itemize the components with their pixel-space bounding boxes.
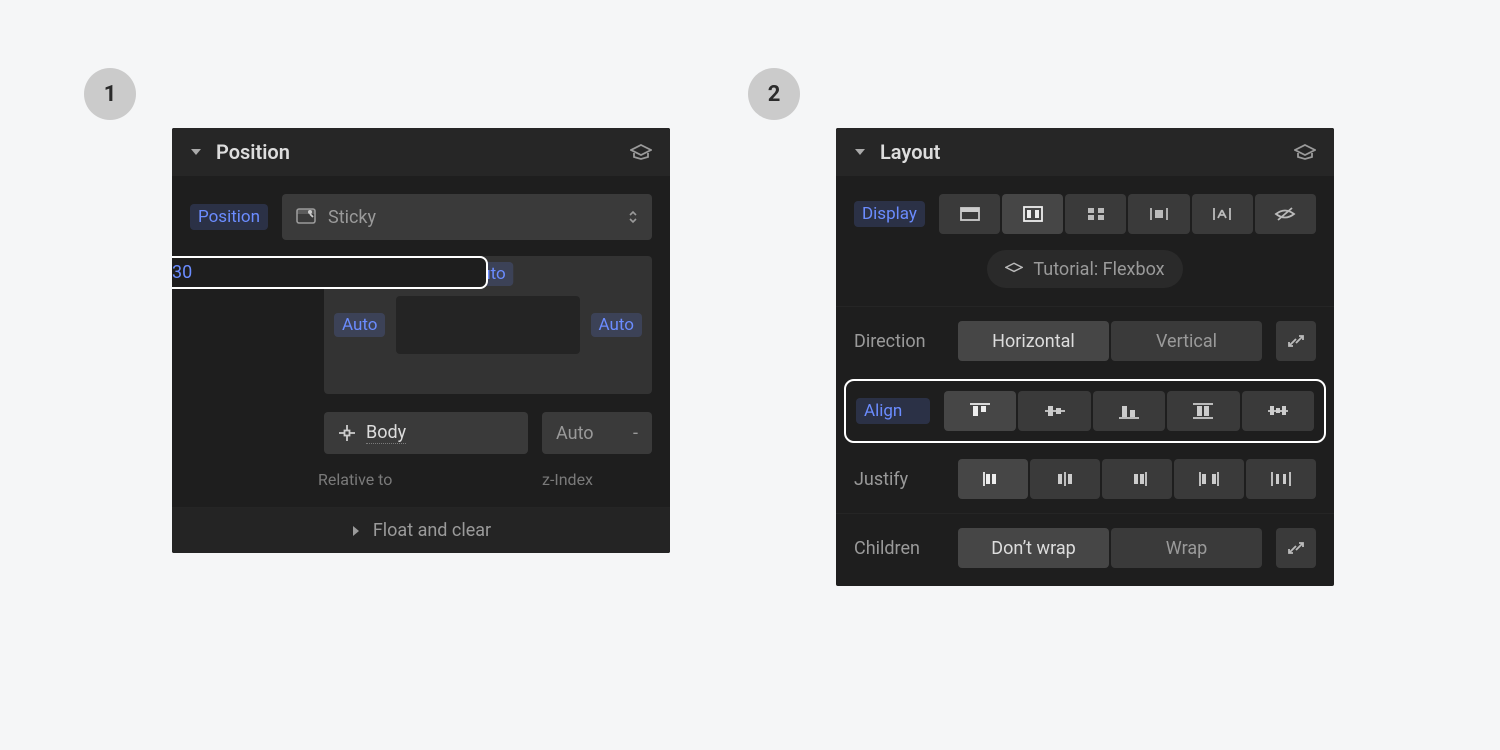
justify-between-icon[interactable]	[1174, 459, 1244, 499]
crosshair-icon	[338, 424, 356, 442]
children-wrap[interactable]: Wrap	[1111, 528, 1262, 568]
layout-panel: Layout Display	[836, 128, 1334, 586]
panel-title: Layout	[880, 140, 1280, 164]
align-baseline-icon[interactable]	[1242, 391, 1314, 431]
display-label: Display	[854, 201, 925, 227]
offset-left[interactable]: Auto	[334, 313, 385, 337]
offset-bottom[interactable]: 30	[172, 256, 488, 289]
graduation-cap-icon[interactable]	[630, 144, 652, 160]
direction-horizontal[interactable]: Horizontal	[958, 321, 1109, 361]
children-nowrap[interactable]: Don’t wrap	[958, 528, 1109, 568]
relative-to-target: Body	[366, 422, 406, 444]
children-options: Don’t wrap Wrap	[958, 528, 1262, 568]
graduation-cap-icon	[1005, 262, 1023, 276]
zindex-value: Auto	[556, 423, 594, 444]
panel-title: Position	[216, 140, 616, 164]
offset-right[interactable]: Auto	[591, 313, 642, 337]
relative-to-button[interactable]: Body	[324, 412, 528, 454]
zindex-field[interactable]: Auto -	[542, 412, 652, 454]
align-start-icon[interactable]	[944, 391, 1016, 431]
caret-right-icon	[351, 525, 361, 537]
display-block-icon[interactable]	[939, 194, 1000, 234]
step-badge: 1	[84, 68, 136, 120]
align-stretch-icon[interactable]	[1167, 391, 1239, 431]
direction-label: Direction	[854, 331, 944, 352]
collapse-icon	[190, 147, 202, 157]
justify-start-icon[interactable]	[958, 459, 1028, 499]
position-panel: Position Position Sticky	[172, 128, 670, 553]
display-none-icon[interactable]	[1255, 194, 1316, 234]
zindex-caption: z-Index	[542, 470, 652, 489]
position-field-label: Position	[190, 204, 268, 230]
zindex-dash: -	[633, 423, 638, 444]
align-options	[944, 391, 1314, 431]
align-label: Align	[856, 398, 930, 424]
float-clear-row[interactable]: Float and clear	[172, 507, 670, 553]
display-options	[939, 194, 1316, 234]
graduation-cap-icon[interactable]	[1294, 144, 1316, 160]
children-reverse-icon[interactable]	[1276, 528, 1316, 568]
position-dropdown[interactable]: Sticky	[282, 194, 652, 240]
justify-center-icon[interactable]	[1030, 459, 1100, 499]
collapse-icon	[854, 147, 866, 157]
align-end-icon[interactable]	[1093, 391, 1165, 431]
offset-center	[396, 296, 580, 354]
justify-end-icon[interactable]	[1102, 459, 1172, 499]
direction-vertical[interactable]: Vertical	[1111, 321, 1262, 361]
position-dropdown-value: Sticky	[328, 207, 376, 228]
justify-label: Justify	[854, 469, 944, 490]
chevron-updown-icon	[628, 210, 638, 224]
relative-to-caption: Relative to	[318, 470, 528, 489]
direction-reverse-icon[interactable]	[1276, 321, 1316, 361]
justify-around-icon[interactable]	[1246, 459, 1316, 499]
display-inline-icon[interactable]	[1192, 194, 1253, 234]
pushpin-icon	[296, 207, 316, 227]
panel-header[interactable]: Position	[172, 128, 670, 176]
display-inlineblock-icon[interactable]	[1128, 194, 1189, 234]
display-grid-icon[interactable]	[1065, 194, 1126, 234]
align-center-icon[interactable]	[1018, 391, 1090, 431]
tutorial-label: Tutorial: Flexbox	[1033, 259, 1164, 280]
panel-header[interactable]: Layout	[836, 128, 1334, 176]
justify-options	[958, 459, 1316, 499]
offset-box: Auto Auto Auto 30	[324, 256, 652, 394]
direction-options: Horizontal Vertical	[958, 321, 1262, 361]
step-badge: 2	[748, 68, 800, 120]
display-flex-icon[interactable]	[1002, 194, 1063, 234]
tutorial-pill[interactable]: Tutorial: Flexbox	[987, 250, 1182, 288]
align-row: Align	[844, 379, 1326, 443]
children-label: Children	[854, 538, 944, 559]
float-clear-label: Float and clear	[373, 520, 491, 541]
